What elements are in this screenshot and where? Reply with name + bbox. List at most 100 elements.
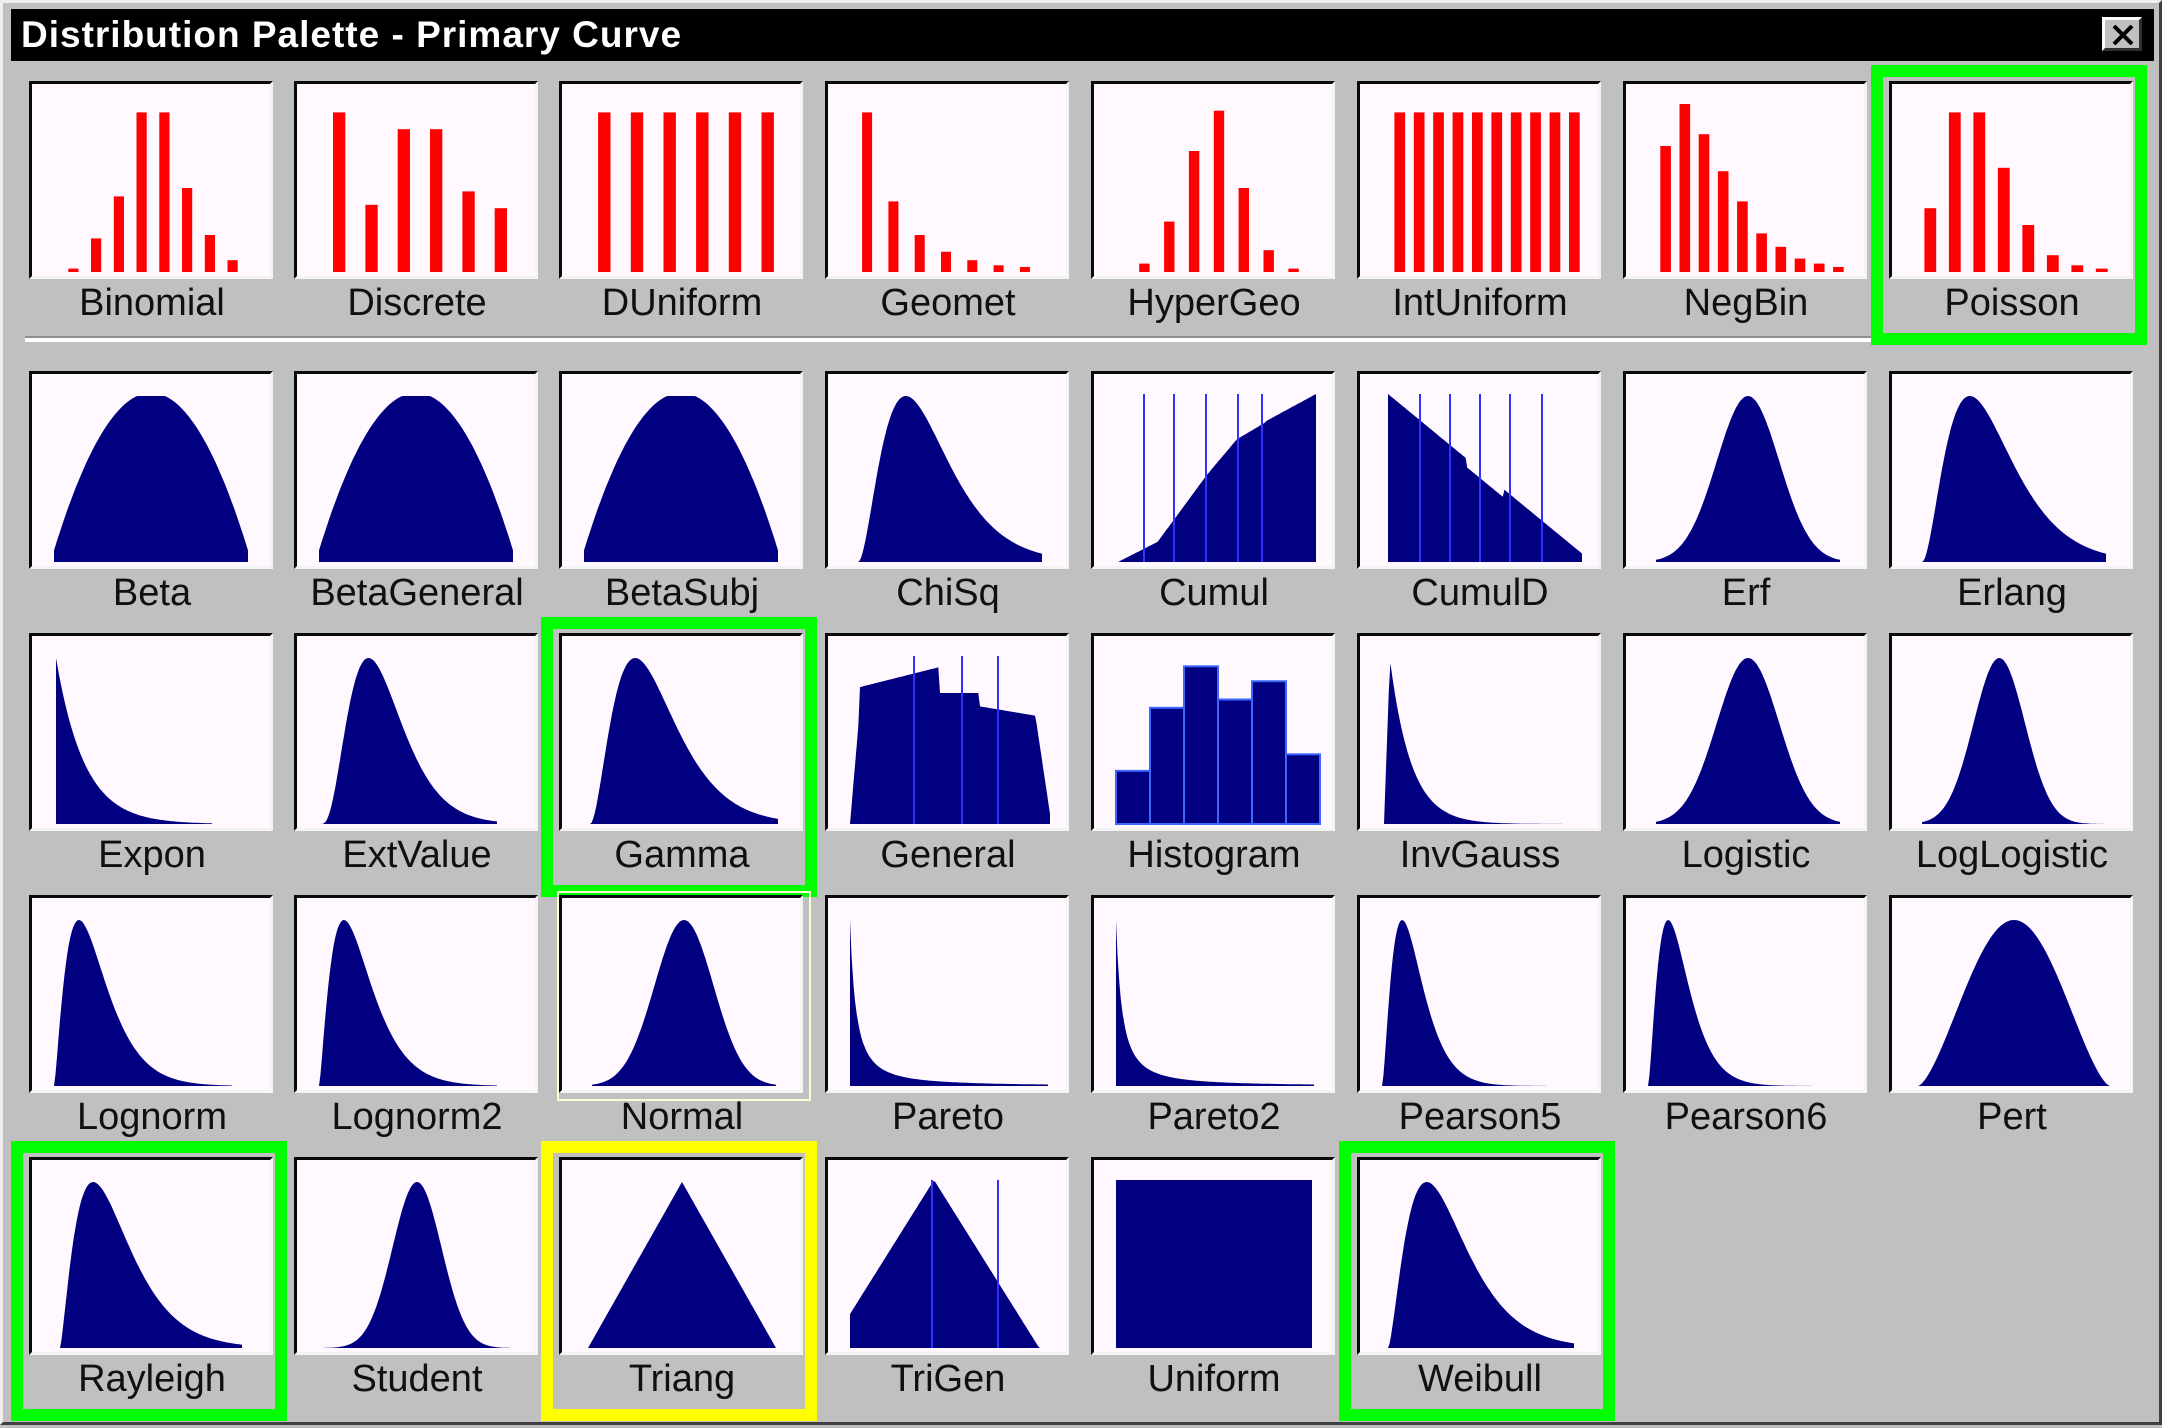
distribution-tile-erf[interactable]: Erf <box>1619 365 1869 627</box>
distribution-tile-duniform[interactable]: DUniform <box>555 75 805 337</box>
distribution-tile-expon[interactable]: Expon <box>25 627 275 889</box>
distribution-tile-pareto2[interactable]: Pareto2 <box>1087 889 1337 1151</box>
pearson-curve-icon <box>1648 920 1816 1086</box>
distribution-tile-triang[interactable]: Triang <box>555 1151 805 1413</box>
distribution-preview <box>1889 371 2133 569</box>
distribution-preview <box>1357 633 1601 831</box>
distribution-tile-trigen[interactable]: TriGen <box>821 1151 1071 1413</box>
duniform-curve-icon <box>598 112 774 273</box>
distribution-tile-student[interactable]: Student <box>290 1151 540 1413</box>
distribution-label: ChiSq <box>896 572 1000 614</box>
distribution-label: Beta <box>112 572 192 614</box>
distribution-label: Poisson <box>1944 282 2080 324</box>
distribution-tile-normal[interactable]: Normal <box>555 889 805 1151</box>
narrowbell-curve-icon <box>1922 658 2106 824</box>
uniform-curve-icon <box>1116 1180 1312 1348</box>
distribution-tile-intuniform[interactable]: IntUniform <box>1353 75 1603 337</box>
student-curve-icon <box>323 1182 511 1348</box>
distribution-tile-poisson[interactable]: Poisson <box>1885 75 2135 337</box>
distribution-label: Pearson5 <box>1398 1096 1562 1138</box>
distribution-label: Student <box>351 1358 483 1400</box>
distribution-preview <box>1091 1157 1335 1355</box>
distribution-tile-invgauss[interactable]: InvGauss <box>1353 627 1603 889</box>
distribution-tile-general[interactable]: General <box>821 627 1071 889</box>
distribution-tile-logistic[interactable]: Logistic <box>1619 627 1869 889</box>
distribution-label: Pareto2 <box>1147 1096 1281 1138</box>
distribution-preview <box>29 371 273 569</box>
distribution-preview <box>559 81 803 279</box>
distribution-tile-chisq[interactable]: ChiSq <box>821 365 1071 627</box>
arch-curve-icon <box>54 396 248 562</box>
distribution-tile-weibull[interactable]: Weibull <box>1353 1151 1603 1413</box>
distribution-tile-binomial[interactable]: Binomial <box>25 75 275 337</box>
distribution-preview <box>559 633 803 831</box>
distribution-tile-erlang[interactable]: Erlang <box>1885 365 2135 627</box>
distribution-preview <box>29 81 273 279</box>
distribution-tile-hypergeo[interactable]: HyperGeo <box>1087 75 1337 337</box>
distribution-tile-uniform[interactable]: Uniform <box>1087 1151 1337 1413</box>
distribution-label: TriGen <box>890 1358 1006 1400</box>
distribution-label: InvGauss <box>1399 834 1561 876</box>
distribution-tile-lognorm2[interactable]: Lognorm2 <box>290 889 540 1151</box>
distribution-preview <box>294 81 538 279</box>
distribution-preview <box>1889 81 2133 279</box>
distribution-preview <box>1357 895 1601 1093</box>
distribution-tile-lognorm[interactable]: Lognorm <box>25 889 275 1151</box>
distribution-tile-histogram[interactable]: Histogram <box>1087 627 1337 889</box>
distribution-label: Lognorm2 <box>331 1096 503 1138</box>
distribution-tile-betageneral[interactable]: BetaGeneral <box>290 365 540 627</box>
bell-curve-icon <box>1656 658 1840 824</box>
distribution-tile-pearson5[interactable]: Pearson5 <box>1353 889 1603 1151</box>
distribution-palette-window: Distribution Palette - Primary Curve Bin… <box>0 0 2162 1425</box>
distribution-tile-pert[interactable]: Pert <box>1885 889 2135 1151</box>
distribution-tile-gamma[interactable]: Gamma <box>555 627 805 889</box>
distribution-tile-cumuld[interactable]: CumulD <box>1353 365 1603 627</box>
trigen-curve-icon <box>850 1180 1050 1348</box>
distribution-label: Histogram <box>1127 834 1301 876</box>
pearson-curve-icon <box>1382 920 1550 1086</box>
distribution-tile-geomet[interactable]: Geomet <box>821 75 1071 337</box>
extvalue-curve-icon <box>321 658 497 824</box>
hypergeo-curve-icon <box>1139 110 1299 272</box>
lognorm-curve-icon <box>319 920 497 1086</box>
weibull-curve-icon <box>1388 1182 1574 1348</box>
distribution-tile-betasubj[interactable]: BetaSubj <box>555 365 805 627</box>
distribution-label: Weibull <box>1418 1358 1542 1400</box>
distribution-label: Discrete <box>347 282 487 324</box>
cumul-curve-icon <box>1118 394 1316 562</box>
distribution-tile-negbin[interactable]: NegBin <box>1619 75 1869 337</box>
geomet-curve-icon <box>862 112 1030 273</box>
cumuld-curve-icon <box>1388 394 1582 562</box>
negbin-curve-icon <box>1660 104 1844 272</box>
distribution-tile-pareto[interactable]: Pareto <box>821 889 1071 1151</box>
distribution-label: Rayleigh <box>78 1358 226 1400</box>
arch-curve-icon <box>584 396 778 562</box>
skew-curve-icon <box>1922 396 2106 562</box>
distribution-preview <box>1889 895 2133 1093</box>
distribution-preview <box>1091 371 1335 569</box>
distribution-tile-loglogistic[interactable]: LogLogistic <box>1885 627 2135 889</box>
distribution-preview <box>29 895 273 1093</box>
distribution-grid: Binomial Discrete DUniform Geomet HyperGeo In… <box>3 3 2162 1428</box>
distribution-tile-cumul[interactable]: Cumul <box>1087 365 1337 627</box>
distribution-tile-discrete[interactable]: Discrete <box>290 75 540 337</box>
distribution-tile-beta[interactable]: Beta <box>25 365 275 627</box>
distribution-preview <box>294 633 538 831</box>
distribution-preview <box>825 81 1069 279</box>
distribution-label: Pareto <box>892 1096 1004 1138</box>
distribution-label: Cumul <box>1159 572 1269 614</box>
discrete-curve-icon <box>333 112 507 273</box>
distribution-preview <box>1889 633 2133 831</box>
distribution-preview <box>1091 895 1335 1093</box>
distribution-label: BetaSubj <box>604 572 760 614</box>
distribution-preview <box>1091 633 1335 831</box>
skew-curve-icon <box>858 396 1042 562</box>
distribution-preview <box>825 371 1069 569</box>
distribution-preview <box>1623 81 1867 279</box>
histogram-curve-icon <box>1115 665 1321 826</box>
distribution-preview <box>29 1157 273 1355</box>
distribution-tile-extvalue[interactable]: ExtValue <box>290 627 540 889</box>
distribution-preview <box>29 633 273 831</box>
distribution-tile-pearson6[interactable]: Pearson6 <box>1619 889 1869 1151</box>
distribution-tile-rayleigh[interactable]: Rayleigh <box>25 1151 275 1413</box>
